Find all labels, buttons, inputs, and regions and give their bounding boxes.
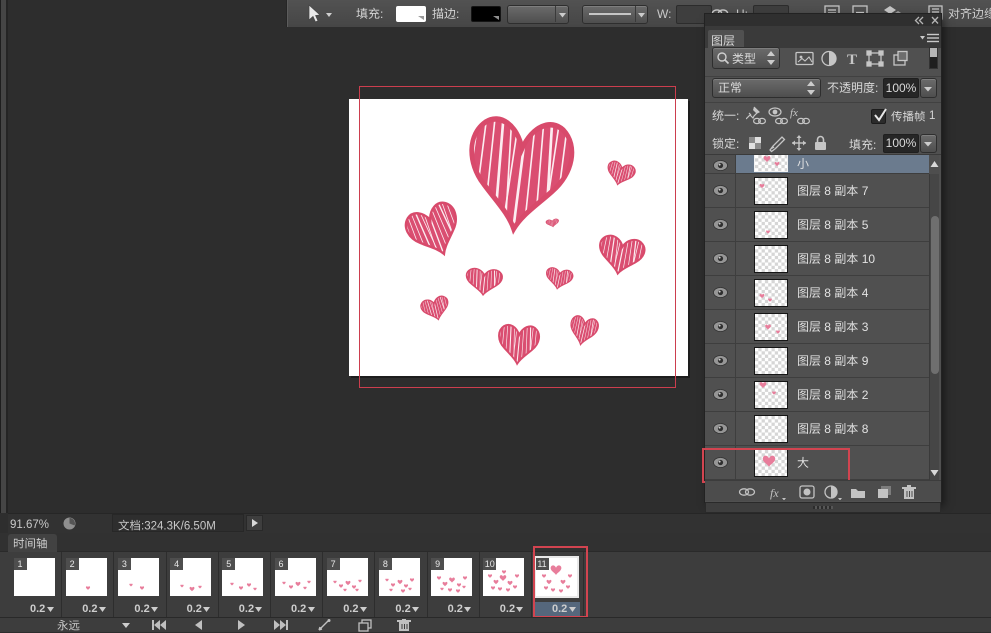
svg-text:fx: fx	[790, 107, 798, 119]
svg-text::: :	[380, 7, 383, 21]
svg-text::: :	[736, 137, 739, 151]
svg-text::: :	[736, 109, 739, 123]
svg-text:T: T	[847, 52, 857, 67]
svg-text::: :	[875, 81, 878, 95]
svg-text::324.3K/6.50M: :324.3K/6.50M	[141, 521, 216, 533]
svg-text::: :	[456, 7, 459, 21]
svg-text:fx: fx	[770, 486, 779, 500]
